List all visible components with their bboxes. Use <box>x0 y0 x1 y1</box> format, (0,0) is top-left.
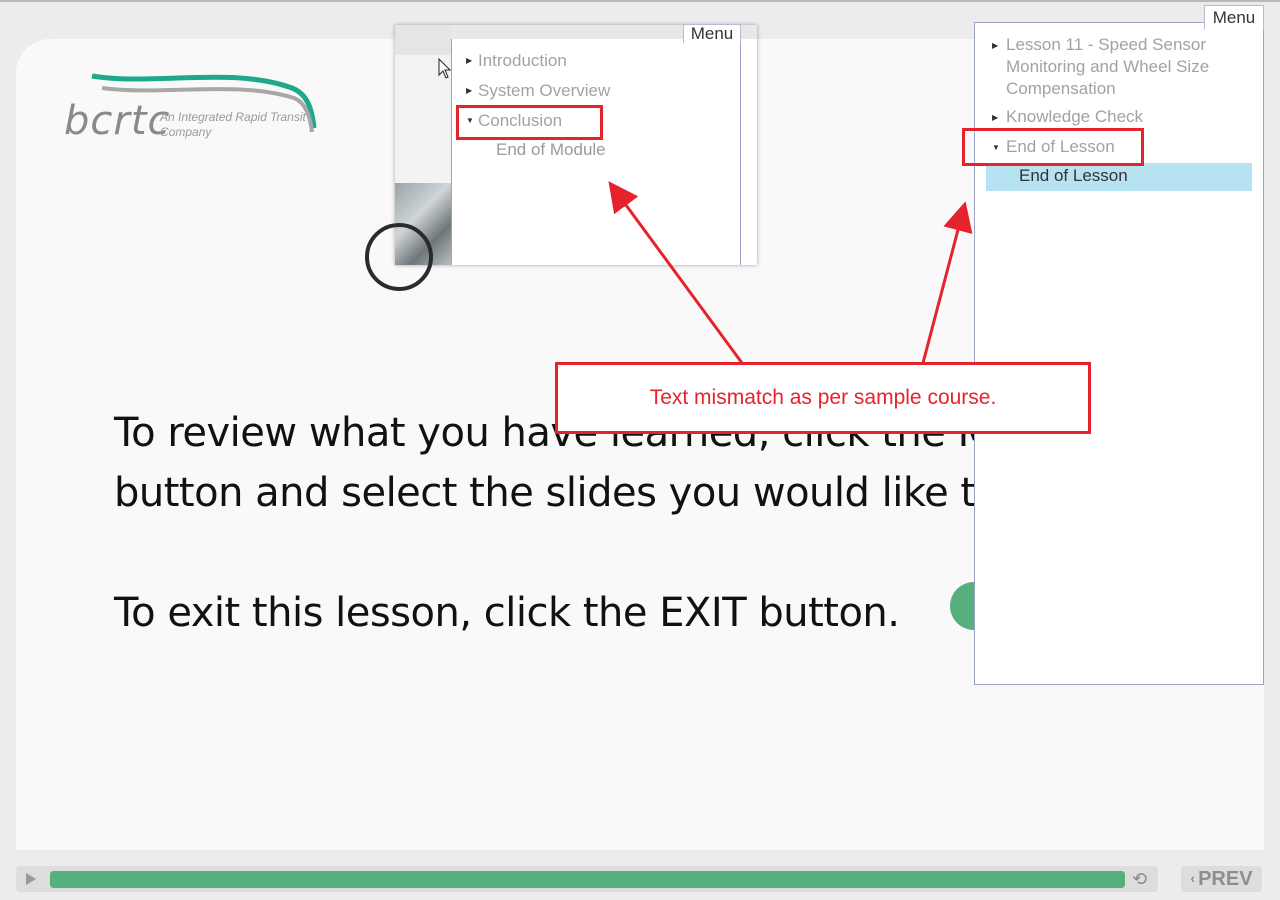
annotation-callout: Text mismatch as per sample course. <box>555 362 1091 434</box>
arrow-to-right-menu <box>921 201 973 364</box>
mouse-cursor-icon <box>438 58 452 79</box>
prev-label: PREV <box>1198 868 1253 890</box>
progress-bar[interactable] <box>50 871 1125 888</box>
annotation-arrows <box>608 181 973 364</box>
play-icon[interactable] <box>26 873 36 885</box>
arrow-to-left-menu <box>608 181 744 364</box>
chevron-left-icon: ‹ <box>1190 870 1196 886</box>
replay-icon[interactable]: ⟲ <box>1132 870 1147 888</box>
prev-button[interactable]: ‹ PREV <box>1181 866 1262 892</box>
progress-fill <box>50 871 1125 888</box>
